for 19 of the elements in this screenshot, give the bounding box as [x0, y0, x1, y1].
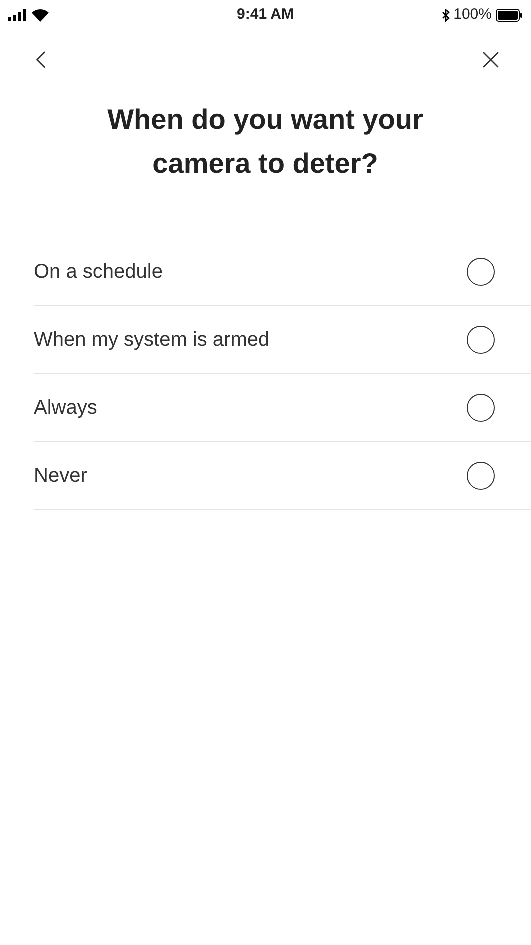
radio-button[interactable]	[467, 462, 495, 490]
option-label: On a schedule	[34, 260, 163, 284]
wifi-icon	[32, 8, 49, 22]
option-row[interactable]: On a schedule	[34, 238, 531, 306]
option-row[interactable]: Never	[34, 442, 531, 510]
battery-icon	[496, 8, 523, 22]
option-label: Always	[34, 396, 98, 420]
radio-button[interactable]	[467, 258, 495, 286]
battery-percent: 100%	[454, 4, 492, 25]
option-row[interactable]: When my system is armed	[34, 306, 531, 374]
bluetooth-icon	[442, 8, 450, 22]
question-title: When do you want your camera to deter?	[106, 103, 424, 181]
signal-icon	[8, 9, 28, 21]
option-row[interactable]: Always	[34, 374, 531, 442]
option-label: When my system is armed	[34, 328, 270, 352]
radio-button[interactable]	[467, 394, 495, 422]
radio-button[interactable]	[467, 326, 495, 354]
option-label: Never	[34, 464, 88, 488]
status-time: 9:41 AM	[237, 4, 294, 25]
